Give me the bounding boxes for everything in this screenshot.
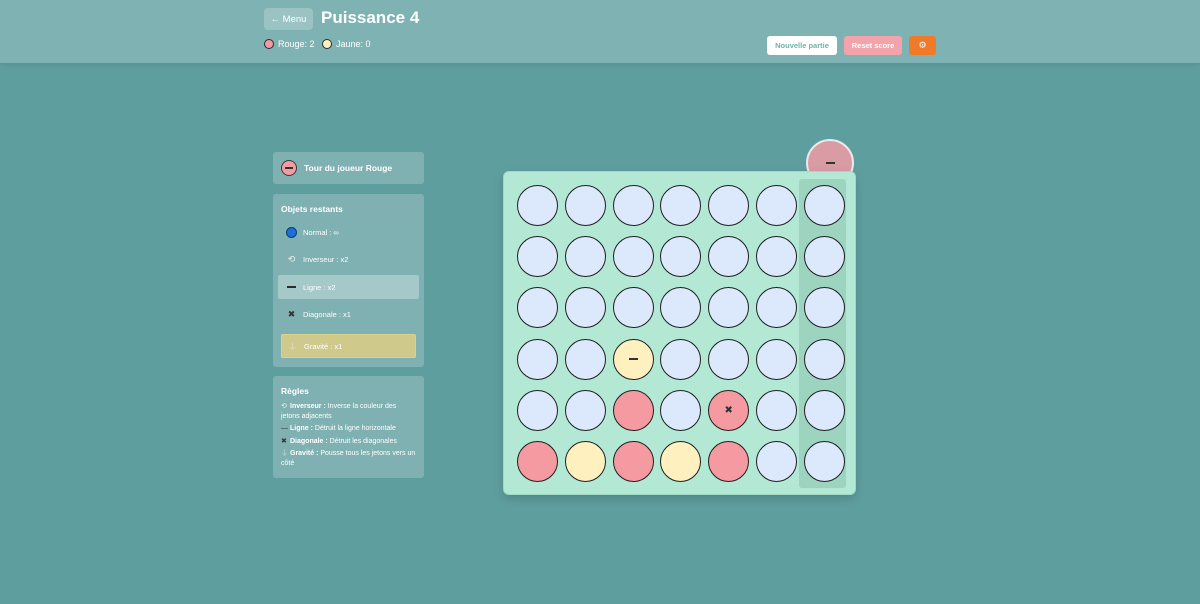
- board-cell-r3-c6[interactable]: [756, 287, 797, 329]
- score-red-label: Rouge: 2: [278, 39, 315, 49]
- rule-name: Gravité :: [290, 450, 319, 457]
- board-cell-r6-c4[interactable]: [660, 441, 702, 482]
- object-ligne-label: Ligne : x2: [303, 282, 336, 292]
- rule-name: Ligne :: [290, 425, 313, 432]
- board-cell-r4-c5[interactable]: [708, 338, 750, 380]
- rule-text: Détruit les diagonales: [327, 438, 397, 445]
- board-cell-r6-c1[interactable]: [517, 441, 558, 482]
- inverseur-icon: ⟲: [287, 253, 296, 264]
- diagonale-icon: ✖: [724, 404, 733, 416]
- board-cell-r3-c3[interactable]: [612, 287, 654, 329]
- board-cell-r5-c5[interactable]: ✖: [708, 389, 750, 431]
- board-cell-r4-c4[interactable]: [660, 338, 702, 380]
- rules-heading: Règles: [281, 386, 309, 396]
- page-title: Puissance 4: [321, 8, 420, 27]
- board-cell-r4-c2[interactable]: [564, 338, 606, 380]
- board-cell-r2-c3[interactable]: [612, 236, 654, 278]
- gravite-icon: ⏚: [287, 341, 297, 352]
- board-cell-r6-c6[interactable]: [756, 441, 797, 482]
- object-gravite-label: Gravité : x1: [304, 341, 343, 351]
- board-cell-r3-c5[interactable]: [708, 287, 750, 329]
- object-normal[interactable]: Normal : ∞: [278, 220, 419, 244]
- normal-token-icon: [286, 226, 297, 238]
- board-cell-r5-c3[interactable]: [612, 389, 654, 431]
- board-cell-r1-c6[interactable]: [756, 185, 797, 226]
- object-diagonale[interactable]: ✖ Diagonale : x1: [278, 302, 419, 326]
- rule-text: Détruit la ligne horizontale: [312, 425, 396, 432]
- red-token-icon: [264, 39, 274, 49]
- board-cell-r6-c2[interactable]: [564, 441, 606, 482]
- top-bar: ← Menu Puissance 4 Rouge: 2 Jaune: 0 Nou…: [0, 0, 1200, 63]
- score-red: Rouge: 2: [264, 39, 315, 49]
- object-normal-label: Normal : ∞: [303, 227, 339, 237]
- board-cell-r3-c7[interactable]: [803, 287, 845, 329]
- board-cell-r5-c6[interactable]: [756, 389, 797, 431]
- board-cell-r1-c2[interactable]: [564, 185, 606, 226]
- objects-heading: Objets restants: [281, 204, 343, 214]
- board-cell-r2-c5[interactable]: [708, 236, 750, 278]
- board-cell-r4-c3[interactable]: [612, 338, 654, 380]
- board-cell-r4-c7[interactable]: [803, 338, 845, 380]
- rule-diagonale: ✖ Diagonale : Détruit les diagonales: [281, 437, 416, 447]
- new-game-button[interactable]: Nouvelle partie: [767, 36, 837, 55]
- rule-inverseur: ⟲ Inverseur : Inverse la couleur des jeto…: [281, 402, 416, 422]
- rule-ligne: — Ligne : Détruit la ligne horizontale: [281, 424, 416, 434]
- board-cell-r1-c7[interactable]: [803, 185, 845, 226]
- game-board: ✖: [503, 171, 856, 495]
- board-cell-r3-c4[interactable]: [660, 287, 702, 329]
- board-cell-r3-c1[interactable]: [517, 287, 558, 329]
- board-cell-r2-c1[interactable]: [517, 236, 558, 278]
- object-inverseur[interactable]: ⟲ Inverseur : x2: [278, 247, 419, 271]
- board-cell-r5-c2[interactable]: [564, 389, 606, 431]
- ligne-icon: [628, 358, 638, 360]
- objects-panel: Objets restants Normal : ∞ ⟲ Inverseur :…: [273, 194, 424, 367]
- diagonale-icon: ✖: [281, 438, 287, 445]
- rules-panel: Règles ⟲ Inverseur : Inverse la couleur d…: [273, 376, 424, 478]
- reset-score-button[interactable]: Reset score: [844, 36, 902, 55]
- object-inverseur-label: Inverseur : x2: [303, 254, 349, 264]
- rule-name: Diagonale :: [290, 438, 328, 445]
- current-player-token-icon: [281, 160, 297, 176]
- settings-button[interactable]: ⚙: [909, 36, 936, 55]
- board-cell-r3-c2[interactable]: [564, 287, 606, 329]
- ligne-icon: —: [281, 425, 288, 432]
- board-cell-r6-c5[interactable]: [708, 441, 750, 482]
- rule-gravite: ⏚ Gravité : Pousse tous les jetons vers u…: [281, 449, 416, 469]
- board-cell-r1-c3[interactable]: [612, 185, 654, 226]
- inverseur-icon: ⟲: [281, 403, 287, 410]
- gear-icon: ⚙: [918, 40, 927, 50]
- board-cell-r5-c7[interactable]: [803, 389, 845, 431]
- menu-button[interactable]: ← Menu: [264, 8, 313, 30]
- board-cell-r6-c3[interactable]: [612, 441, 654, 482]
- gravite-icon: ⏚: [281, 450, 288, 457]
- ligne-icon: [825, 162, 835, 164]
- board-cell-r1-c5[interactable]: [708, 185, 750, 226]
- yellow-token-icon: [322, 39, 332, 49]
- rule-name: Inverseur :: [290, 403, 326, 410]
- turn-label: Tour du joueur Rouge: [304, 163, 393, 173]
- board-cell-r5-c4[interactable]: [660, 389, 702, 431]
- object-ligne[interactable]: Ligne : x2: [278, 275, 419, 299]
- board-cell-r4-c6[interactable]: [756, 338, 797, 380]
- board-cell-r2-c4[interactable]: [660, 236, 702, 278]
- board-cell-r2-c2[interactable]: [564, 236, 606, 278]
- score-yellow-label: Jaune: 0: [336, 39, 371, 49]
- ligne-icon: [286, 282, 297, 293]
- turn-panel: Tour du joueur Rouge: [273, 152, 424, 184]
- board-cell-r2-c6[interactable]: [756, 236, 797, 278]
- object-gravite[interactable]: ⏚ Gravité : x1: [281, 334, 416, 358]
- object-diagonale-label: Diagonale : x1: [303, 309, 351, 319]
- score-yellow: Jaune: 0: [322, 39, 371, 49]
- board-cell-r5-c1[interactable]: [517, 389, 558, 431]
- board-cell-r1-c1[interactable]: [517, 185, 558, 226]
- board-cell-r1-c4[interactable]: [660, 185, 702, 226]
- board-cell-r4-c1[interactable]: [517, 338, 558, 380]
- diagonale-icon: ✖: [287, 308, 296, 319]
- board-cell-r6-c7[interactable]: [803, 441, 845, 482]
- board-cell-r2-c7[interactable]: [803, 236, 845, 278]
